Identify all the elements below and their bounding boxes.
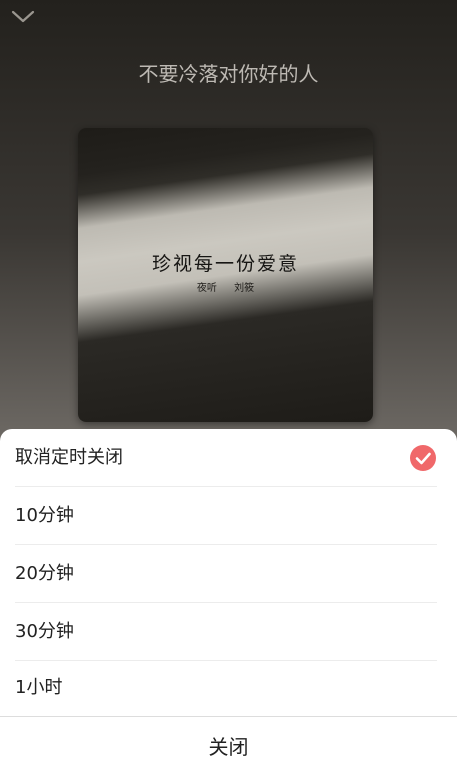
- song-title: 不要冷落对你好的人: [138, 62, 319, 86]
- timer-option-label: 取消定时关闭: [15, 447, 123, 468]
- timer-option-label: 10分钟: [15, 505, 74, 526]
- timer-option-label: 1小时: [15, 677, 63, 698]
- timer-option-1hour[interactable]: 1小时: [0, 659, 457, 717]
- sleep-timer-sheet: 取消定时关闭 10分钟 20分钟 30分钟 1小时 关闭: [0, 429, 457, 778]
- timer-option-10min[interactable]: 10分钟: [0, 487, 457, 545]
- album-art-text: 珍视每一份爱意: [151, 253, 299, 275]
- album-art-subtext: 夜听 刘筱: [196, 283, 255, 294]
- album-art: 珍视每一份爱意 夜听 刘筱: [78, 128, 373, 422]
- close-button[interactable]: 关闭: [0, 717, 457, 778]
- timer-option-label: 20分钟: [15, 563, 74, 584]
- chevron-down-icon[interactable]: [8, 6, 38, 28]
- timer-option-label: 30分钟: [15, 621, 74, 642]
- timer-option-cancel[interactable]: 取消定时关闭: [0, 429, 457, 487]
- check-circle-icon: [410, 445, 436, 471]
- timer-option-20min[interactable]: 20分钟: [0, 545, 457, 603]
- timer-option-30min[interactable]: 30分钟: [0, 603, 457, 661]
